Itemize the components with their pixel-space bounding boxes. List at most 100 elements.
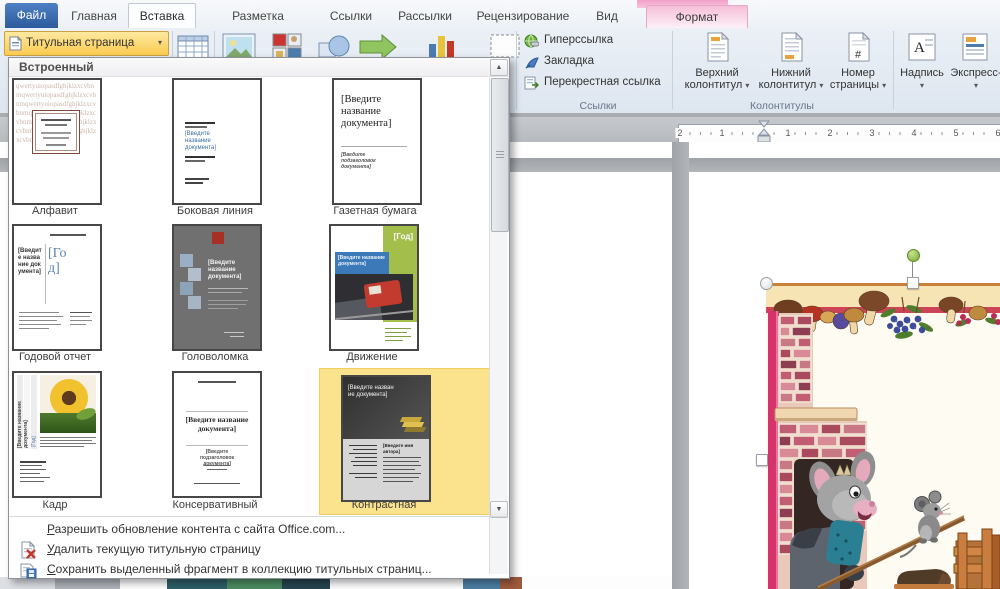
gallery-item-alphabet[interactable]: qwertyuiopasdfghjklzxcvbnmqwertyuiopasdf… <box>12 78 102 205</box>
ribbon-tab-bar: Файл Главная Вставка Разметка страницы С… <box>0 0 1000 28</box>
text-box-icon: A <box>908 33 936 61</box>
gallery-item-label: Головоломка <box>135 351 295 363</box>
gallery-item-label: Годовой отчет <box>0 351 135 363</box>
header-label-2: колонтитул <box>685 79 743 91</box>
resize-handle-top-left[interactable] <box>760 277 773 290</box>
page-number-label-2: страницы <box>830 79 879 91</box>
ruler-number: 1 <box>783 128 792 138</box>
tab-insert[interactable]: Вставка <box>128 3 196 29</box>
page-number-icon: # <box>847 32 871 62</box>
gallery-section-header: Встроенный <box>9 58 509 77</box>
tab-mailings[interactable]: Рассылки <box>392 4 458 28</box>
gallery-item-label: Кадр <box>0 499 135 511</box>
links-group-label: Ссылки <box>548 100 648 112</box>
sunflower-photo <box>40 375 96 433</box>
menu-item-label: Удалить текущую титульную страницу <box>47 542 261 556</box>
remove-cover-page-icon <box>19 541 37 559</box>
header-footer-group-label: Колонтитулы <box>722 100 842 112</box>
bookmark-button[interactable]: Закладка <box>524 52 664 71</box>
bookmark-label: Закладка <box>544 52 594 71</box>
ruler-number: 2 <box>675 128 684 138</box>
menu-separator <box>9 516 507 517</box>
gallery-item-annual-report[interactable]: [Введите название документа] [Год] <box>12 224 102 351</box>
cover-page-label: Титульная страница <box>26 32 134 54</box>
menu-item-remove-cover-page[interactable]: Удалить текущую титульную страницу <box>10 540 496 560</box>
tab-references[interactable]: Ссылки <box>322 4 380 28</box>
text-box-button[interactable]: A Надпись▾ <box>897 30 947 110</box>
thumb-title-text: [Введите название документа] <box>348 385 394 399</box>
ruler-number: 4 <box>909 128 918 138</box>
tab-home[interactable]: Главная <box>66 4 122 28</box>
cover-page-button[interactable]: Титульная страница ▾ <box>4 31 169 56</box>
rotation-handle-stem <box>912 261 913 278</box>
menu-item-save-selection[interactable]: Сохранить выделенный фрагмент в коллекци… <box>10 560 496 580</box>
chevron-down-icon: ▾ <box>158 32 162 54</box>
header-label-1: Верхний <box>695 67 738 79</box>
thumb-subtitle-text: [Введите подзаголовок документа] <box>341 152 391 170</box>
tab-view[interactable]: Вид <box>588 4 626 28</box>
thumb-title-text: [Введите название документа] <box>338 255 386 267</box>
thumb-year-vertical: [Год] <box>31 403 37 447</box>
svg-text:#: # <box>855 49 862 61</box>
menu-item-enable-updates[interactable]: Разрешить обновление контента с сайта Of… <box>10 520 496 540</box>
gallery-item-contrast[interactable]: [Введите название документа] [Введите им… <box>341 375 431 502</box>
horizontal-ruler: 2 1 1 2 3 4 5 6 <box>678 124 1000 143</box>
tab-review[interactable]: Рецензирование <box>470 4 576 28</box>
gallery-scrollbar[interactable]: ▲ ▼ <box>489 78 508 574</box>
thumb-title-text: [Введите название документа] <box>208 260 252 281</box>
gallery-item-label: Контрастная <box>304 499 464 511</box>
thumb-year-text: [Год] <box>48 246 70 276</box>
gallery-item-label: Движение <box>292 351 452 363</box>
tab-page-layout[interactable]: Разметка страницы <box>204 4 312 28</box>
tab-format[interactable]: Формат <box>646 5 748 29</box>
chevron-down-icon: ▾ <box>974 81 978 90</box>
hyperlink-button[interactable]: Гиперссылка <box>524 31 664 50</box>
gallery-item-puzzle[interactable]: [Введите название документа] <box>172 224 262 351</box>
storybook-illustration[interactable] <box>766 283 1000 589</box>
thumb-title-text: [Введите название документа] <box>341 94 399 130</box>
scroll-up-button[interactable]: ▲ <box>490 59 508 76</box>
cross-reference-icon <box>524 75 539 90</box>
rotation-handle[interactable] <box>907 249 920 262</box>
page-gap-vertical <box>672 142 689 589</box>
thumb-title-vertical: [Введите название документа] <box>17 376 29 448</box>
footer-button[interactable]: Нижний колонтитул ▾ <box>756 30 826 110</box>
thumb-title-text: [Введите название документа] <box>18 248 42 276</box>
page-previous-right <box>689 142 1000 158</box>
ruler-number: 1 <box>717 128 726 138</box>
resize-handle-left[interactable] <box>756 454 768 466</box>
gallery-item-frame[interactable]: [Введите название документа] [Год] <box>12 371 102 498</box>
menu-item-label: Разрешить обновление контента с сайта Of… <box>47 522 345 536</box>
bookmark-icon <box>525 55 539 69</box>
gallery-item-conservative[interactable]: [Введите название документа] [Введите по… <box>172 371 262 498</box>
quick-parts-button[interactable]: Экспресс-▾ <box>948 30 1000 110</box>
scrollbar-thumb[interactable] <box>491 78 509 232</box>
puzzle-logo <box>212 232 224 244</box>
gallery-item-label: Консервативный <box>135 499 295 511</box>
page-number-button[interactable]: # Номер страницы ▾ <box>826 30 890 110</box>
word-window: Файл Главная Вставка Разметка страницы С… <box>0 0 1000 589</box>
footer-label-1: Нижний <box>771 67 811 79</box>
thumb-year-text: [Год] <box>387 232 415 241</box>
resize-handle-top[interactable] <box>907 277 919 289</box>
gallery-item-motion[interactable]: [Год] [Введите название документа] <box>329 224 419 351</box>
ruler-number: 2 <box>825 128 834 138</box>
motion-photo <box>335 274 413 320</box>
ruler-number: 3 <box>867 128 876 138</box>
tab-file[interactable]: Файл <box>5 3 58 28</box>
hyperlink-icon <box>524 34 539 48</box>
menu-item-label: Сохранить выделенный фрагмент в коллекци… <box>47 562 432 576</box>
footer-icon <box>780 32 804 62</box>
gallery-item-newsprint[interactable]: [Введите название документа] [Введите по… <box>332 78 422 205</box>
chevron-down-icon: ▾ <box>920 81 924 90</box>
page-number-label-1: Номер <box>841 67 875 79</box>
ruler-number: 5 <box>951 128 960 138</box>
gallery-item-label: Алфавит <box>0 205 135 217</box>
cross-reference-button[interactable]: Перекрестная ссылка <box>524 73 674 92</box>
gallery-item-sideline[interactable]: [Введите название документа] <box>172 78 262 205</box>
quick-parts-icon <box>962 33 990 61</box>
ruler-number: 6 <box>993 128 1000 138</box>
header-button[interactable]: Верхний колонтитул ▾ <box>682 30 752 110</box>
gallery-item-label: Боковая линия <box>135 205 295 217</box>
chevron-down-icon: ▾ <box>745 81 749 90</box>
